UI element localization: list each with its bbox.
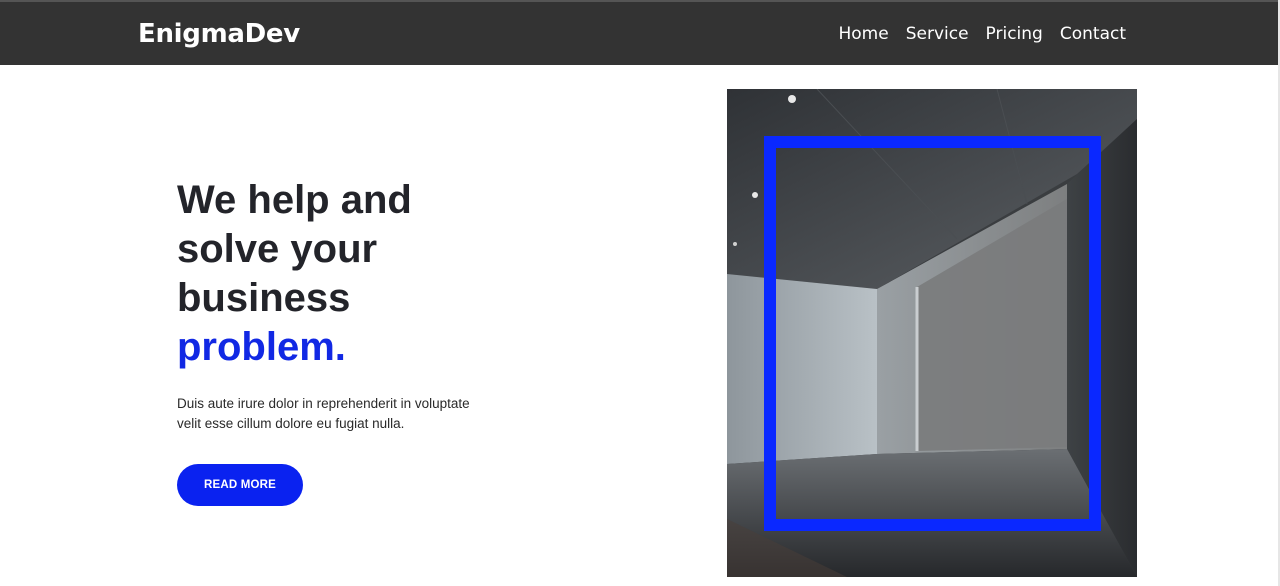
hero-description: Duis aute irure dolor in reprehenderit i… [177, 396, 470, 431]
hero-title: We help and solve your business problem. [177, 176, 497, 372]
page: EnigmaDev Home Service Pricing Contact W… [0, 0, 1280, 586]
read-more-button[interactable]: READ MORE [177, 464, 303, 506]
hero-title-line: business [177, 276, 351, 320]
nav-link-home[interactable]: Home [839, 24, 889, 44]
nav-link-contact[interactable]: Contact [1060, 24, 1126, 44]
hero-title-line: We help and [177, 178, 412, 222]
nav-link-pricing[interactable]: Pricing [986, 24, 1043, 44]
navbar: EnigmaDev Home Service Pricing Contact [0, 0, 1280, 65]
nav-menu: Home Service Pricing Contact [839, 24, 1127, 44]
ceiling-light-icon [788, 95, 796, 103]
hero-title-accent: problem. [177, 325, 346, 369]
ceiling-light-icon [733, 242, 737, 246]
hero-title-line: solve your [177, 227, 378, 271]
ceiling-light-icon [752, 192, 758, 198]
hero-image-frame [764, 136, 1101, 531]
brand-logo[interactable]: EnigmaDev [138, 19, 300, 49]
nav-link-service[interactable]: Service [906, 24, 969, 44]
